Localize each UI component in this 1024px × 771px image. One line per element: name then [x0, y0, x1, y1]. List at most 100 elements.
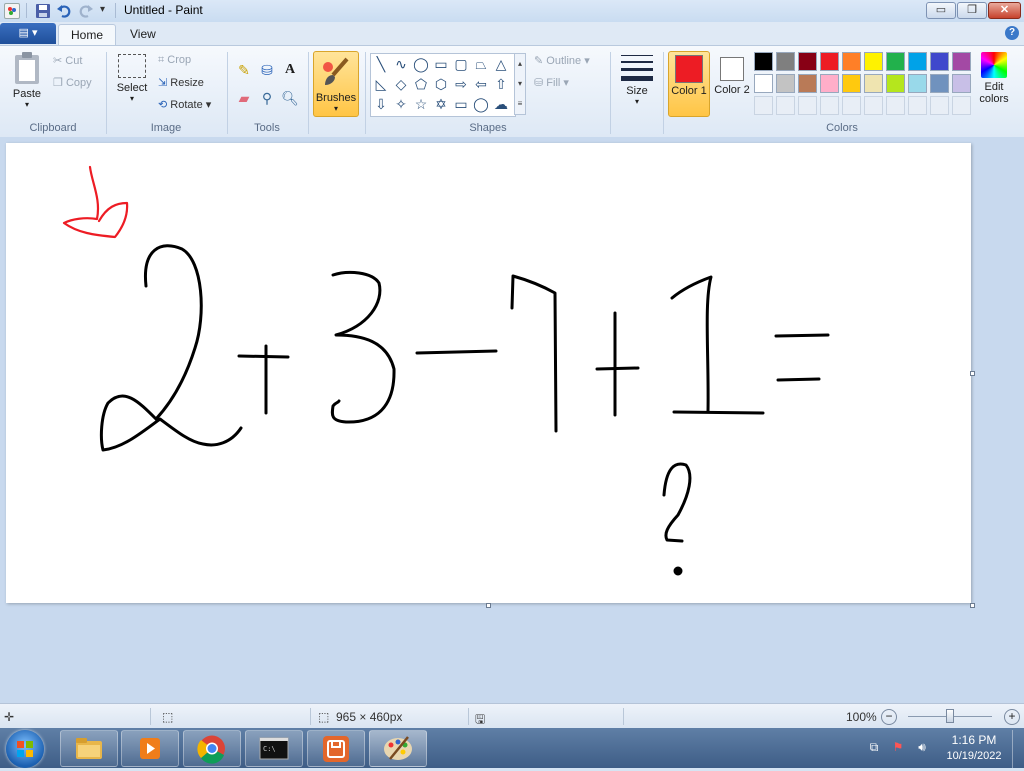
custom-color-swatch[interactable]: [908, 96, 927, 115]
taskbar-explorer[interactable]: [60, 730, 118, 767]
custom-color-swatch[interactable]: [930, 96, 949, 115]
select-button[interactable]: Select ▾: [114, 54, 150, 114]
taskbar-paint[interactable]: [369, 730, 427, 767]
canvas-resize-handle-corner[interactable]: [970, 603, 975, 608]
palette-swatch[interactable]: [908, 52, 927, 71]
palette-swatch[interactable]: [886, 52, 905, 71]
zoom-slider-thumb[interactable]: [946, 709, 954, 723]
zoom-out-button[interactable]: −: [881, 709, 897, 725]
curve-shape-icon[interactable]: ∿: [391, 54, 411, 74]
edit-colors-button[interactable]: Edit colors: [975, 52, 1013, 116]
palette-swatch[interactable]: [930, 52, 949, 71]
polygon-shape-icon[interactable]: ⏢: [471, 54, 491, 74]
palette-swatch[interactable]: [842, 52, 861, 71]
palette-swatch[interactable]: [930, 74, 949, 93]
down-arrow-shape-icon[interactable]: ⇩: [371, 94, 391, 114]
six-point-star-shape-icon[interactable]: ✡: [431, 94, 451, 114]
palette-swatch[interactable]: [798, 74, 817, 93]
start-button[interactable]: [6, 730, 44, 768]
canvas-resize-handle-right[interactable]: [970, 371, 975, 376]
magnifier-icon[interactable]: 🔍︎: [280, 88, 300, 108]
drawing-canvas[interactable]: [6, 143, 971, 603]
palette-swatch[interactable]: [820, 74, 839, 93]
fill-bucket-icon[interactable]: ⛁: [257, 60, 277, 80]
right-triangle-shape-icon[interactable]: ◺: [371, 74, 391, 94]
size-button[interactable]: Size ▾: [616, 52, 658, 116]
custom-color-swatch[interactable]: [754, 96, 773, 115]
save-icon[interactable]: [35, 3, 51, 19]
palette-swatch[interactable]: [754, 52, 773, 71]
paste-button[interactable]: Paste ▾: [8, 51, 46, 117]
palette-swatch[interactable]: [952, 74, 971, 93]
customize-quick-access-icon[interactable]: ▾: [100, 4, 105, 15]
callout-rect-shape-icon[interactable]: ▭: [451, 94, 471, 114]
custom-color-swatch[interactable]: [842, 96, 861, 115]
tab-view[interactable]: View: [118, 24, 168, 45]
palette-swatch[interactable]: [908, 74, 927, 93]
hexagon-shape-icon[interactable]: ⬡: [431, 74, 451, 94]
palette-swatch[interactable]: [798, 52, 817, 71]
show-desktop-button[interactable]: [1012, 730, 1024, 768]
undo-icon[interactable]: [56, 3, 72, 19]
color1-button[interactable]: Color 1: [668, 51, 710, 117]
custom-color-swatch[interactable]: [864, 96, 883, 115]
custom-color-swatch[interactable]: [952, 96, 971, 115]
rectangle-shape-icon[interactable]: ▭: [431, 54, 451, 74]
close-button[interactable]: ✕: [988, 2, 1021, 19]
clock-date[interactable]: 10/19/2022: [940, 750, 1008, 762]
triangle-shape-icon[interactable]: △: [491, 54, 511, 74]
network-icon[interactable]: ⧉: [866, 740, 882, 755]
rotate-button[interactable]: ⟲ Rotate ▾: [158, 98, 211, 111]
callout-oval-shape-icon[interactable]: ◯: [471, 94, 491, 114]
taskbar-media-player[interactable]: [121, 730, 179, 767]
line-shape-icon[interactable]: ╲: [371, 54, 391, 74]
canvas-resize-handle-bottom[interactable]: [486, 603, 491, 608]
palette-swatch[interactable]: [886, 74, 905, 93]
fill-button[interactable]: ⛁ Fill ▾: [534, 76, 569, 89]
eraser-icon[interactable]: ▰: [234, 88, 254, 108]
custom-color-swatch[interactable]: [886, 96, 905, 115]
redo-icon[interactable]: [78, 3, 94, 19]
cloud-callout-shape-icon[interactable]: ☁: [491, 94, 511, 114]
resize-button[interactable]: ⇲ Resize: [158, 76, 204, 89]
palette-swatch[interactable]: [842, 74, 861, 93]
restore-button[interactable]: ❐: [957, 2, 987, 19]
crop-button[interactable]: ⌗ Crop: [158, 54, 191, 67]
minimize-button[interactable]: ▭: [926, 2, 956, 19]
brushes-button[interactable]: Brushes ▾: [313, 51, 359, 117]
file-menu-button[interactable]: ▤ ▾: [0, 23, 56, 44]
palette-swatch[interactable]: [820, 52, 839, 71]
diamond-shape-icon[interactable]: ◇: [391, 74, 411, 94]
up-arrow-shape-icon[interactable]: ⇧: [491, 74, 511, 94]
paint-app-icon[interactable]: [4, 3, 20, 19]
rounded-rectangle-shape-icon[interactable]: ▢: [451, 54, 471, 74]
tab-home[interactable]: Home: [58, 24, 117, 46]
palette-swatch[interactable]: [776, 74, 795, 93]
clock-time[interactable]: 1:16 PM: [940, 733, 1008, 747]
copy-button[interactable]: ❐ Copy: [53, 76, 92, 89]
palette-swatch[interactable]: [864, 52, 883, 71]
left-arrow-shape-icon[interactable]: ⇦: [471, 74, 491, 94]
zoom-in-button[interactable]: +: [1004, 709, 1020, 725]
color2-button[interactable]: Color 2: [712, 51, 752, 117]
five-point-star-shape-icon[interactable]: ☆: [411, 94, 431, 114]
cut-button[interactable]: ✂ Cut: [53, 54, 82, 67]
text-tool-icon[interactable]: A: [280, 60, 300, 80]
custom-color-swatch[interactable]: [798, 96, 817, 115]
action-center-flag-icon[interactable]: ⚑: [890, 740, 906, 754]
taskbar-chrome[interactable]: [183, 730, 241, 767]
palette-swatch[interactable]: [754, 74, 773, 93]
pentagon-shape-icon[interactable]: ⬠: [411, 74, 431, 94]
pencil-icon[interactable]: ✎: [234, 60, 254, 80]
palette-swatch[interactable]: [952, 52, 971, 71]
palette-swatch[interactable]: [776, 52, 795, 71]
outline-button[interactable]: ✎ Outline ▾: [534, 54, 590, 67]
palette-swatch[interactable]: [864, 74, 883, 93]
volume-icon[interactable]: 🔊︎: [914, 740, 930, 755]
shapes-scroll-icon[interactable]: ▴ ▾ ≡: [514, 53, 526, 115]
color-picker-icon[interactable]: ⚲: [257, 88, 277, 108]
four-point-star-shape-icon[interactable]: ✧: [391, 94, 411, 114]
custom-color-swatch[interactable]: [776, 96, 795, 115]
taskbar-cmd[interactable]: C:\: [245, 730, 303, 767]
taskbar-app[interactable]: [307, 730, 365, 767]
